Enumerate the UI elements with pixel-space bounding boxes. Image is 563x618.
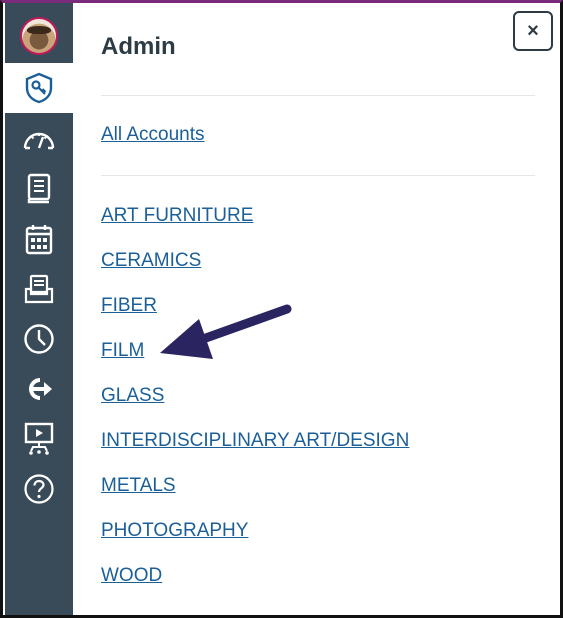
- nav-help[interactable]: [5, 464, 73, 514]
- admin-tray-window: Admin × All Accounts ART FURNITURE CERAM…: [0, 0, 563, 618]
- nav-admin[interactable]: [5, 63, 73, 113]
- account-link-photography[interactable]: PHOTOGRAPHY: [101, 520, 248, 542]
- account-link-film[interactable]: FILM: [101, 340, 144, 362]
- user-avatar: [20, 17, 58, 55]
- nav-studio[interactable]: [5, 414, 73, 464]
- nav-commons[interactable]: [5, 364, 73, 414]
- shield-key-icon: [25, 72, 53, 104]
- divider: [101, 175, 535, 176]
- account-link-art-furniture[interactable]: ART FURNITURE: [101, 205, 253, 227]
- admin-tray: Admin × All Accounts ART FURNITURE CERAM…: [73, 3, 560, 615]
- nav-calendar[interactable]: [5, 214, 73, 264]
- account-link-metals[interactable]: METALS: [101, 475, 176, 497]
- close-button[interactable]: ×: [513, 11, 553, 51]
- clock-icon: [24, 324, 54, 354]
- inbox-icon: [24, 274, 54, 304]
- all-accounts-link[interactable]: All Accounts: [101, 124, 205, 146]
- nav-inbox[interactable]: [5, 264, 73, 314]
- nav-courses[interactable]: [5, 164, 73, 214]
- divider: [101, 95, 535, 96]
- nav-account[interactable]: [5, 11, 73, 61]
- account-link-interdisciplinary[interactable]: INTERDISCIPLINARY ART/DESIGN: [101, 430, 409, 452]
- help-icon: [24, 474, 54, 504]
- presentation-icon: [24, 422, 54, 455]
- tray-title: Admin: [101, 33, 176, 60]
- speedometer-icon: [23, 132, 55, 150]
- account-link-fiber[interactable]: FIBER: [101, 295, 157, 317]
- account-link-wood[interactable]: WOOD: [101, 565, 162, 587]
- global-navigation: [5, 3, 73, 615]
- account-link-ceramics[interactable]: CERAMICS: [101, 250, 201, 272]
- account-link-glass[interactable]: GLASS: [101, 385, 164, 407]
- calendar-icon: [25, 225, 53, 255]
- arrow-out-icon: [29, 378, 52, 400]
- nav-history[interactable]: [5, 314, 73, 364]
- book-icon: [27, 173, 51, 204]
- nav-dashboard[interactable]: [5, 114, 73, 164]
